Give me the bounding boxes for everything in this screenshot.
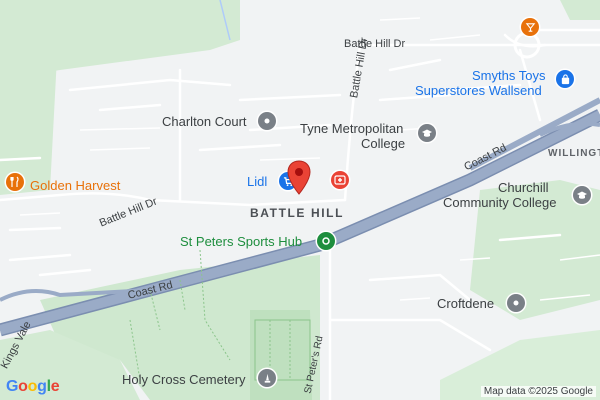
place-pin-icon[interactable] xyxy=(507,294,525,312)
red-location-pin[interactable] xyxy=(286,160,312,196)
place-label-smyths-line2[interactable]: Superstores Wallsend xyxy=(415,83,542,98)
medical-cross-icon[interactable] xyxy=(331,171,349,189)
place-pin-icon[interactable] xyxy=(258,112,276,130)
place-label-smyths-line1[interactable]: Smyths Toys xyxy=(472,68,545,83)
place-label-st-peters-sports[interactable]: St Peters Sports Hub xyxy=(180,234,302,249)
graduation-cap-icon[interactable] xyxy=(573,186,591,204)
graduation-cap-icon[interactable] xyxy=(418,124,436,142)
place-label-tyne-met-line2[interactable]: College xyxy=(361,136,405,151)
google-logo: Google xyxy=(6,378,60,395)
cocktail-icon[interactable] xyxy=(521,18,539,36)
shopping-bag-icon[interactable] xyxy=(556,70,574,88)
park-dot-icon[interactable] xyxy=(317,232,335,250)
place-label-churchill-line1[interactable]: Churchill xyxy=(498,180,549,195)
place-label-charlton-court[interactable]: Charlton Court xyxy=(162,114,247,129)
place-label-tyne-met-line1[interactable]: Tyne Metropolitan xyxy=(300,121,403,136)
green-area-west xyxy=(0,0,60,195)
place-label-holy-cross[interactable]: Holy Cross Cemetery xyxy=(122,372,246,387)
place-label-churchill-line2[interactable]: Community College xyxy=(443,195,556,210)
area-label-willington: WILLINGTO xyxy=(548,148,600,159)
area-label-battle-hill: BATTLE HILL xyxy=(250,206,345,220)
fork-knife-icon[interactable] xyxy=(6,173,24,191)
monument-icon[interactable] xyxy=(258,369,276,387)
place-label-lidl[interactable]: Lidl xyxy=(247,174,267,189)
place-label-golden-harvest[interactable]: Golden Harvest xyxy=(30,178,120,193)
place-label-croftdene[interactable]: Croftdene xyxy=(437,296,494,311)
map-attribution: Map data ©2025 Google xyxy=(480,386,596,397)
road-label-battle-hill-dr-top: Battle Hill Dr xyxy=(344,38,406,50)
